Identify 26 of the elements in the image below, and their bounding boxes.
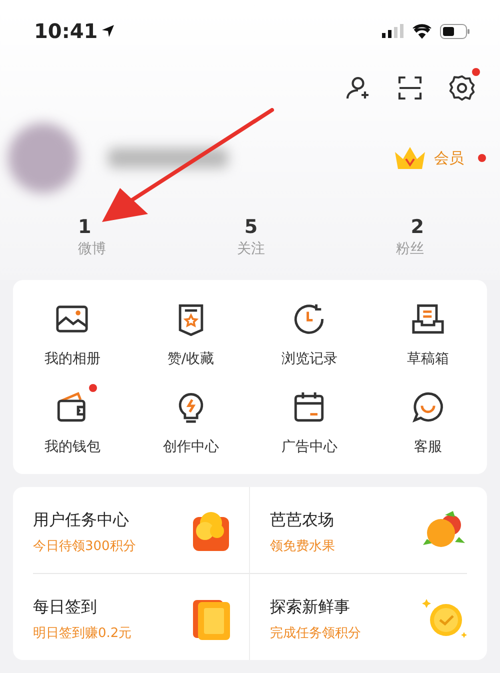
shortcut-button[interactable]: 草稿箱	[368, 294, 487, 368]
task-button[interactable]: 探索新鲜事 完成任务领积分	[250, 574, 467, 660]
chat-bubble-icon	[410, 390, 445, 424]
stat-count[interactable]: 5	[244, 216, 258, 238]
signal-icon	[382, 24, 404, 38]
task-button[interactable]: 芭芭农场 领免费水果	[250, 487, 467, 574]
calendar-icon	[292, 390, 326, 424]
location-arrow-icon	[100, 24, 115, 38]
task-button[interactable]: 用户任务中心 今日待领300积分	[33, 487, 250, 574]
stat-count[interactable]: 1	[78, 216, 92, 238]
settings-icon[interactable]	[448, 74, 476, 102]
stat-count[interactable]: 2	[410, 216, 424, 238]
shortcut-button[interactable]: 我的相册	[13, 294, 132, 368]
shortcut-button[interactable]: 创作中心	[132, 382, 250, 456]
clock-icon	[292, 302, 326, 336]
shortcut-button[interactable]: 广告中心	[250, 382, 368, 456]
shortcut-button[interactable]: 客服	[368, 382, 487, 456]
wifi-icon	[412, 24, 432, 38]
inbox-icon	[410, 302, 445, 336]
shortcut-button[interactable]: 浏览记录	[250, 294, 368, 368]
task-button[interactable]: 每日签到 明日签到赚0.2元	[33, 574, 250, 660]
scan-icon[interactable]	[396, 74, 424, 102]
status-time: 10:41	[34, 19, 98, 43]
shortcut-button[interactable]: 我的钱包	[13, 382, 132, 456]
battery-icon	[440, 24, 470, 38]
shortcut-button[interactable]: 赞/收藏	[132, 294, 250, 368]
